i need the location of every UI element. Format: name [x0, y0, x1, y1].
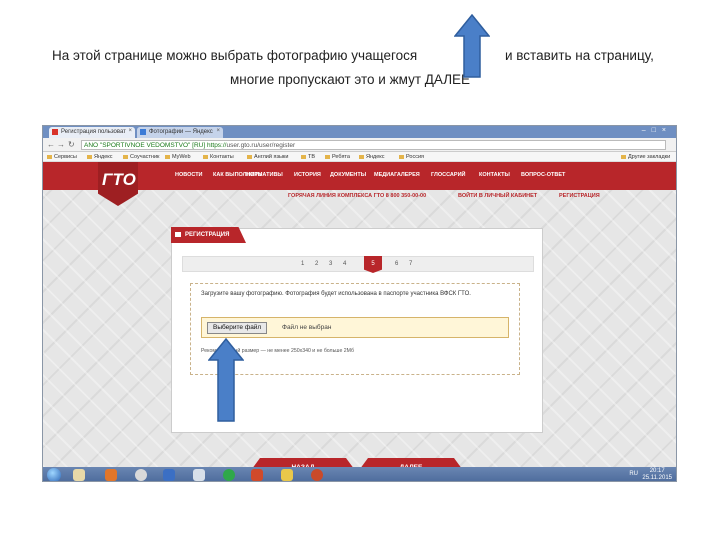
step-3: 3: [329, 261, 333, 267]
nav-glossary[interactable]: ГЛОССАРИЙ: [431, 172, 465, 178]
bookmark-item[interactable]: MyWeb: [165, 154, 191, 160]
bookmark-item[interactable]: Соучастник: [123, 154, 159, 160]
bookmark-item[interactable]: Контакты: [203, 154, 234, 160]
browser-screenshot: Регистрация пользоват × Фотографии — Янд…: [42, 125, 677, 482]
start-button[interactable]: [47, 468, 61, 481]
url-input[interactable]: ANO "SPORTIVNOE VEDOMSTVO" [RU] https://…: [81, 140, 666, 150]
window-controls[interactable]: –□×: [642, 127, 672, 134]
explorer-icon[interactable]: [73, 469, 85, 481]
skype-icon[interactable]: [223, 469, 235, 481]
firefox-icon[interactable]: [105, 469, 117, 481]
step-6: 6: [395, 261, 399, 267]
no-file-label: Файл не выбран: [282, 324, 332, 331]
address-bar: ← → ↻ ANO "SPORTIVNOE VEDOMSTVO" [RU] ht…: [43, 138, 676, 152]
media-icon[interactable]: [311, 469, 323, 481]
chrome-icon[interactable]: [135, 469, 147, 481]
tab-registration[interactable]: Регистрация пользоват ×: [49, 127, 135, 138]
web-page: НОВОСТИ КАК ВЫПОЛНИТЬ НОРМАТИВЫ ИСТОРИЯ …: [43, 162, 676, 467]
favicon-icon: [52, 129, 58, 135]
back-arrow-icon[interactable]: ←: [47, 140, 55, 149]
nav-media[interactable]: МЕДИАГАЛЕРЕЯ: [374, 172, 420, 178]
tab-bar: Регистрация пользоват × Фотографии — Янд…: [43, 126, 676, 138]
powerpoint-icon[interactable]: [251, 469, 263, 481]
nav-documents[interactable]: ДОКУМЕНТЫ: [330, 172, 366, 178]
card-title: РЕГИСТРАЦИЯ: [171, 227, 246, 243]
caption-line-2: многие пропускают это и жмут ДАЛЕЕ: [230, 72, 471, 87]
bookmarks-bar: Сервисы Яндекс Соучастник MyWeb Контакты…: [43, 152, 676, 162]
logo-text: ГТО: [102, 170, 136, 189]
bookmark-item[interactable]: Россия: [399, 154, 424, 160]
hotline-text: ГОРЯЧАЯ ЛИНИЯ КОМПЛЕКСА ГТО 8 800 350-00…: [288, 193, 427, 199]
step-4: 4: [343, 261, 347, 267]
upload-instructions: Загрузите вашу фотографию. Фотография бу…: [201, 291, 471, 297]
url-path: user.gto.ru/user/register: [226, 142, 296, 149]
arrow-up-icon: [208, 338, 244, 422]
reload-icon[interactable]: ↻: [68, 140, 75, 149]
nav-contacts[interactable]: КОНТАКТЫ: [479, 172, 510, 178]
tab-yandex[interactable]: Фотографии — Яндекс ×: [137, 127, 223, 138]
bookmark-item[interactable]: ТВ: [301, 154, 315, 160]
arrow-up-icon: [454, 14, 490, 78]
login-cabinet-link[interactable]: ВОЙТИ В ЛИЧНЫЙ КАБИНЕТ: [458, 193, 537, 199]
close-icon[interactable]: ×: [216, 128, 220, 134]
paint-icon[interactable]: [281, 469, 293, 481]
bookmark-item[interactable]: Сервисы: [47, 154, 77, 160]
tab-label: Регистрация пользоват: [61, 129, 126, 135]
bookmark-item[interactable]: Другие закладки: [621, 154, 670, 160]
step-5-active: 5: [364, 256, 382, 273]
step-7: 7: [409, 261, 413, 267]
close-icon[interactable]: ×: [128, 128, 132, 134]
favicon-icon: [140, 129, 146, 135]
step-indicator: 1 2 3 4 5 6 7: [182, 256, 534, 273]
url-scheme: https://: [206, 142, 227, 149]
caption-line-1-left: На этой странице можно выбрать фотографи…: [52, 48, 418, 63]
clock-time: 20:17: [649, 468, 665, 474]
step-1: 1: [301, 261, 305, 267]
bookmark-item[interactable]: Яндекс: [87, 154, 113, 160]
slide: На этой странице можно выбрать фотографи…: [0, 0, 720, 540]
ev-certificate: ANO "SPORTIVNOE VEDOMSTVO" [RU]: [84, 142, 206, 149]
language-indicator[interactable]: RU: [629, 471, 638, 477]
nav-standards[interactable]: НОРМАТИВЫ: [246, 172, 283, 178]
nav-faq[interactable]: ВОПРОС-ОТВЕТ: [521, 172, 565, 178]
clock-date: 25.11.2015: [642, 475, 672, 481]
bookmark-item[interactable]: Яндекс: [359, 154, 385, 160]
tab-label: Фотографии — Яндекс: [149, 129, 213, 135]
register-link[interactable]: РЕГИСТРАЦИЯ: [559, 193, 600, 199]
file-input[interactable]: Выберите файл Файл не выбран: [201, 317, 509, 338]
app-icon[interactable]: [163, 469, 175, 481]
nav-history[interactable]: ИСТОРИЯ: [294, 172, 321, 178]
monitor-icon[interactable]: [193, 469, 205, 481]
choose-file-button[interactable]: Выберите файл: [207, 322, 268, 334]
system-clock[interactable]: 20:17 25.11.2015: [642, 468, 672, 481]
windows-taskbar: RU 20:17 25.11.2015: [43, 467, 676, 481]
bookmark-item[interactable]: Англий языки: [247, 154, 288, 160]
caption-line-1-right: и вставить на страницу,: [505, 48, 654, 63]
bookmark-item[interactable]: Ребята: [325, 154, 350, 160]
nav-news[interactable]: НОВОСТИ: [175, 172, 203, 178]
forward-arrow-icon[interactable]: →: [57, 140, 65, 149]
site-navigation: НОВОСТИ КАК ВЫПОЛНИТЬ НОРМАТИВЫ ИСТОРИЯ …: [43, 162, 676, 190]
step-2: 2: [315, 261, 319, 267]
